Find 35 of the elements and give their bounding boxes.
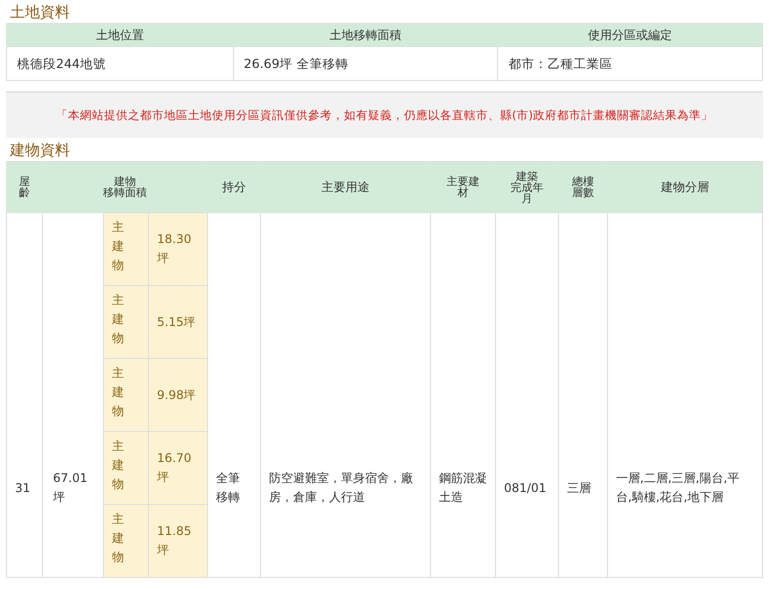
table-cell-text: 一層,二層,三層,陽台,平台,騎樓,花台,地下層: [616, 470, 740, 506]
table-cell: 主建物: [104, 286, 148, 358]
table-cell-text: 防空避難室，單身宿舍，廠房，倉庫，人行道: [269, 470, 414, 506]
table-cell: 26.69坪 全筆移轉: [233, 46, 498, 80]
column-header: 使用分區或編定: [498, 24, 762, 46]
table-cell-text: 31: [15, 480, 30, 496]
table-cell-text: 081/01: [504, 480, 546, 496]
column-header: 主要用途: [260, 162, 431, 212]
table-cell: 16.70坪: [148, 432, 208, 504]
column-header: 土地位置: [6, 24, 234, 46]
column-header: 持分: [208, 162, 261, 212]
table-cell: 桃德段244地號: [6, 46, 234, 80]
column-header: 建物 移轉面積: [42, 162, 208, 212]
table-cell: 9.98坪: [148, 358, 208, 432]
table-cell: 18.30坪: [148, 212, 208, 286]
table-cell-text: 三層: [567, 480, 592, 496]
table-cell: 主建物: [104, 432, 148, 504]
table-cell-text: 鋼筋混凝土造: [439, 470, 488, 506]
column-header: 建物分層: [608, 162, 762, 212]
column-header: 總樓 層數: [558, 162, 608, 212]
section-title: 建物資料: [8, 140, 71, 161]
table-cell: 11.85坪: [148, 504, 208, 578]
table-cell-text: 全筆移轉: [216, 470, 242, 506]
column-header: 主要建 材: [430, 162, 496, 212]
table-cell: 主建物: [104, 504, 148, 578]
table-cell: 都市：乙種工業區: [498, 46, 762, 80]
table-cell: 主建物: [104, 358, 148, 432]
column-header: 建築 完成年 月: [496, 162, 559, 212]
table-cell-text: 67.01坪: [53, 470, 88, 506]
table-cell: 主建物: [104, 212, 148, 286]
column-header: 屋 齡: [6, 162, 42, 212]
section-title: 土地資料: [9, 2, 71, 23]
column-header: 土地移轉面積: [233, 24, 498, 46]
table-cell: 5.15坪: [148, 286, 208, 358]
disclaimer-text: 「本網站提供之都市地區土地使用分區資訊僅供參考，如有疑義，仍應以各直轄市、縣(市)政府都市計畫機關審認結果為準」: [6, 91, 763, 138]
